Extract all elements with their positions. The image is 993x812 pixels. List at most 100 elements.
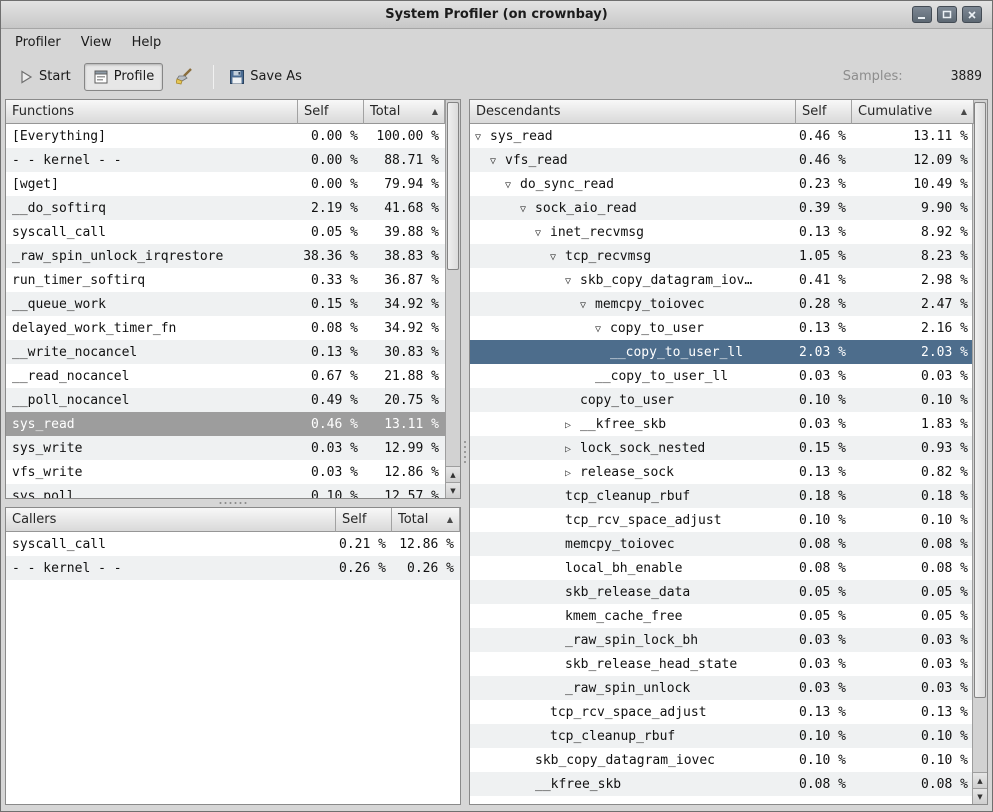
expander-open-icon[interactable]: ▽ — [565, 276, 580, 287]
cell: 0.05 % — [796, 585, 852, 600]
reset-button[interactable] — [167, 62, 203, 91]
descendant-tree-row[interactable]: ▷release_sock0.13 %0.82 % — [470, 460, 974, 484]
function-row[interactable]: __queue_work0.15 %34.92 % — [6, 292, 445, 316]
descendant-tree-row[interactable]: skb_release_head_state0.03 %0.03 % — [470, 652, 974, 676]
caller-row[interactable]: syscall_call0.21 %12.86 % — [6, 532, 460, 556]
function-row[interactable]: sys_write0.03 %12.99 % — [6, 436, 445, 460]
function-row[interactable]: sys_poll0.10 %12.57 % — [6, 484, 445, 498]
column-header-callers[interactable]: Callers — [6, 508, 336, 532]
column-header-cumulative[interactable]: Cumulative ▲ — [852, 100, 974, 124]
cell: 0.18 % — [796, 489, 852, 504]
expander-closed-icon[interactable]: ▷ — [565, 444, 580, 455]
descendant-tree-row[interactable]: tcp_cleanup_rbuf0.18 %0.18 % — [470, 484, 974, 508]
expander-open-icon[interactable]: ▽ — [490, 156, 505, 167]
profile-toggle-button[interactable]: Profile — [84, 63, 163, 91]
pane-splitter-vertical[interactable] — [461, 99, 469, 805]
expander-open-icon[interactable]: ▽ — [475, 132, 490, 143]
cell: 0.13 % — [796, 321, 852, 336]
titlebar[interactable]: System Profiler (on crownbay) — [1, 1, 992, 29]
cell: ▽copy_to_user — [470, 321, 796, 336]
expander-open-icon[interactable]: ▽ — [505, 180, 520, 191]
descendant-tree-row[interactable]: kmem_cache_free0.05 %0.05 % — [470, 604, 974, 628]
descendant-tree-row[interactable]: copy_to_user0.10 %0.10 % — [470, 388, 974, 412]
descendant-tree-row[interactable]: ▽skb_copy_datagram_iov…0.41 %2.98 % — [470, 268, 974, 292]
column-header-total[interactable]: Total ▲ — [364, 100, 445, 124]
column-header-descendants[interactable]: Descendants — [470, 100, 796, 124]
scroll-down-button[interactable]: ▼ — [973, 788, 987, 804]
descendant-tree-row[interactable]: ▽vfs_read0.46 %12.09 % — [470, 148, 974, 172]
column-header-self[interactable]: Self — [336, 508, 392, 532]
cell: 88.71 % — [364, 153, 445, 168]
function-row[interactable]: delayed_work_timer_fn0.08 %34.92 % — [6, 316, 445, 340]
scrollbar-thumb[interactable] — [974, 102, 986, 698]
column-header-self[interactable]: Self — [298, 100, 364, 124]
cell: 0.03 % — [852, 681, 974, 696]
descendant-tree-row[interactable]: memcpy_toiovec0.08 %0.08 % — [470, 532, 974, 556]
descendant-tree-row[interactable]: ▷lock_sock_nested0.15 %0.93 % — [470, 436, 974, 460]
function-row[interactable]: [wget]0.00 %79.94 % — [6, 172, 445, 196]
expander-open-icon[interactable]: ▽ — [550, 252, 565, 263]
cell: 8.92 % — [852, 225, 974, 240]
cell: 0.03 % — [796, 681, 852, 696]
function-row[interactable]: syscall_call0.05 %39.88 % — [6, 220, 445, 244]
descendants-pane: Descendants Self Cumulative ▲ ▽sys_read0… — [469, 99, 988, 805]
column-header-total[interactable]: Total ▲ — [392, 508, 460, 532]
function-row[interactable]: __poll_nocancel0.49 %20.75 % — [6, 388, 445, 412]
functions-scrollbar[interactable]: ▲ ▼ — [445, 100, 460, 498]
function-row[interactable]: - - kernel - -0.00 %88.71 % — [6, 148, 445, 172]
expander-open-icon[interactable]: ▽ — [595, 324, 610, 335]
descendant-tree-row[interactable]: ▽do_sync_read0.23 %10.49 % — [470, 172, 974, 196]
expander-open-icon[interactable]: ▽ — [520, 204, 535, 215]
descendant-tree-row[interactable]: ▽inet_recvmsg0.13 %8.92 % — [470, 220, 974, 244]
cell: 0.03 % — [796, 417, 852, 432]
descendant-tree-row[interactable]: tcp_rcv_space_adjust0.13 %0.13 % — [470, 700, 974, 724]
descendant-tree-row[interactable]: ▷__kfree_skb0.03 %1.83 % — [470, 412, 974, 436]
cell: 0.10 % — [852, 753, 974, 768]
menu-item-help[interactable]: Help — [122, 29, 172, 56]
column-header-self[interactable]: Self — [796, 100, 852, 124]
descendant-tree-row[interactable]: local_bh_enable0.08 %0.08 % — [470, 556, 974, 580]
descendant-tree-row[interactable]: skb_release_data0.05 %0.05 % — [470, 580, 974, 604]
descendant-tree-row[interactable]: _raw_spin_lock_bh0.03 %0.03 % — [470, 628, 974, 652]
function-row[interactable]: sys_read0.46 %13.11 % — [6, 412, 445, 436]
descendant-tree-row[interactable]: __copy_to_user_ll0.03 %0.03 % — [470, 364, 974, 388]
function-row[interactable]: run_timer_softirq0.33 %36.87 % — [6, 268, 445, 292]
descendant-tree-row[interactable]: ▽sys_read0.46 %13.11 % — [470, 124, 974, 148]
expander-closed-icon[interactable]: ▷ — [565, 420, 580, 431]
scroll-up-button[interactable]: ▲ — [446, 466, 460, 482]
pane-splitter-horizontal[interactable] — [5, 499, 461, 507]
caller-row[interactable]: - - kernel - -0.26 %0.26 % — [6, 556, 460, 580]
descendant-tree-row[interactable]: tcp_rcv_space_adjust0.10 %0.10 % — [470, 508, 974, 532]
expander-open-icon[interactable]: ▽ — [580, 300, 595, 311]
descendant-tree-row[interactable]: tcp_cleanup_rbuf0.10 %0.10 % — [470, 724, 974, 748]
save-as-button[interactable]: Save As — [220, 63, 311, 91]
function-row[interactable]: _raw_spin_unlock_irqrestore38.36 %38.83 … — [6, 244, 445, 268]
function-row[interactable]: __do_softirq2.19 %41.68 % — [6, 196, 445, 220]
scrollbar-thumb[interactable] — [447, 102, 459, 270]
maximize-button[interactable] — [937, 6, 957, 23]
descendant-tree-row[interactable]: __kfree_skb0.08 %0.08 % — [470, 772, 974, 796]
function-row[interactable]: __write_nocancel0.13 %30.83 % — [6, 340, 445, 364]
scroll-up-button[interactable]: ▲ — [973, 772, 987, 788]
descendant-tree-row[interactable]: ▽memcpy_toiovec0.28 %2.47 % — [470, 292, 974, 316]
start-button[interactable]: Start — [9, 63, 80, 91]
menu-item-profiler[interactable]: Profiler — [5, 29, 71, 56]
descendant-tree-row[interactable]: ▽copy_to_user0.13 %2.16 % — [470, 316, 974, 340]
function-row[interactable]: __read_nocancel0.67 %21.88 % — [6, 364, 445, 388]
expander-closed-icon[interactable]: ▷ — [565, 468, 580, 479]
function-row[interactable]: vfs_write0.03 %12.86 % — [6, 460, 445, 484]
close-button[interactable] — [962, 6, 982, 23]
function-row[interactable]: [Everything]0.00 %100.00 % — [6, 124, 445, 148]
minimize-button[interactable] — [912, 6, 932, 23]
descendants-scrollbar[interactable]: ▲ ▼ — [972, 100, 987, 804]
cell: 38.83 % — [364, 249, 445, 264]
descendant-tree-row[interactable]: ▽tcp_recvmsg1.05 %8.23 % — [470, 244, 974, 268]
descendant-tree-row[interactable]: skb_copy_datagram_iovec0.10 %0.10 % — [470, 748, 974, 772]
scroll-down-button[interactable]: ▼ — [446, 482, 460, 498]
menu-item-view[interactable]: View — [71, 29, 122, 56]
descendant-tree-row[interactable]: ▽sock_aio_read0.39 %9.90 % — [470, 196, 974, 220]
expander-open-icon[interactable]: ▽ — [535, 228, 550, 239]
column-header-functions[interactable]: Functions — [6, 100, 298, 124]
descendant-tree-row[interactable]: _raw_spin_unlock0.03 %0.03 % — [470, 676, 974, 700]
descendant-tree-row[interactable]: __copy_to_user_ll2.03 %2.03 % — [470, 340, 974, 364]
